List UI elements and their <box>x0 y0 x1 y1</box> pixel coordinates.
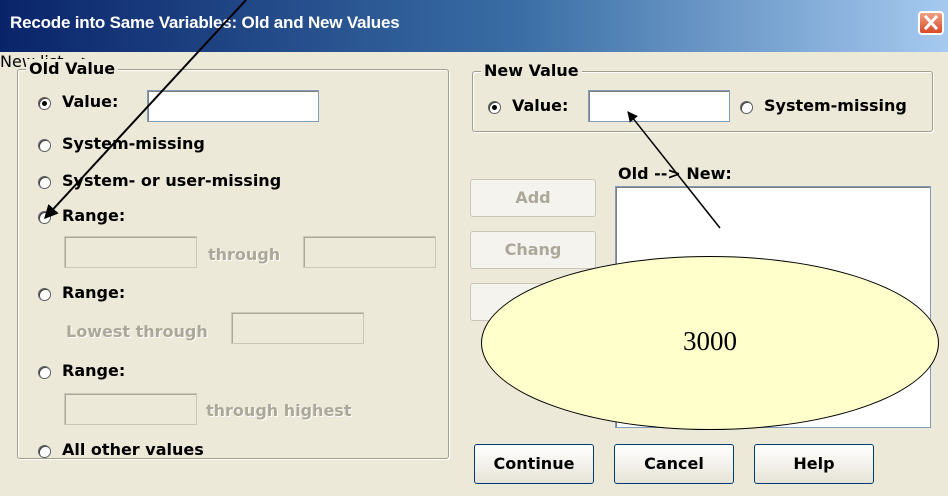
annotation-arrow-old <box>44 0 247 220</box>
annotation-arrow-new <box>627 111 721 229</box>
annotation-arrows <box>44 0 721 229</box>
